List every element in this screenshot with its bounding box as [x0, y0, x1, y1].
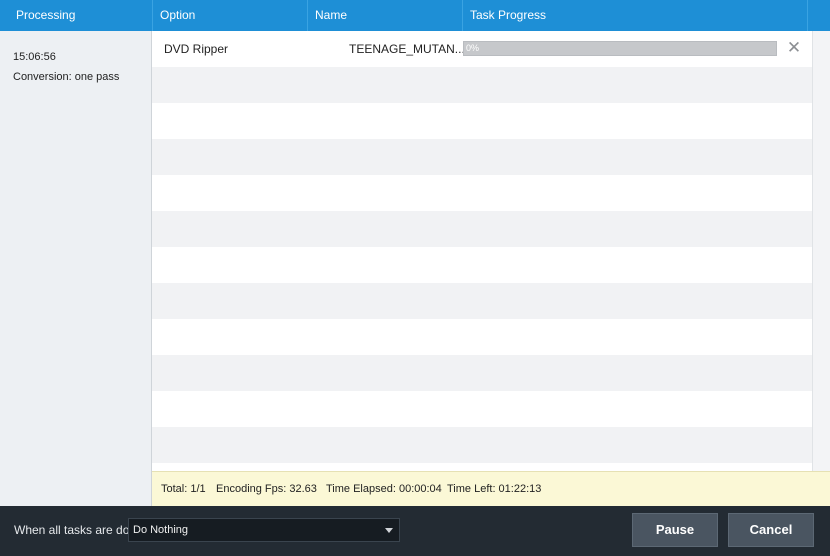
- task-progress-bar: 0%: [463, 41, 777, 56]
- header-separator: [807, 0, 808, 31]
- scrollbar-track[interactable]: [812, 31, 830, 471]
- start-time: 15:06:56: [13, 51, 56, 63]
- task-row[interactable]: DVD Ripper TEENAGE_MUTAN... 0% ✕: [152, 31, 830, 67]
- column-header: Processing Option Name Task Progress: [0, 0, 830, 31]
- status-bar: Total: 1/1 Encoding Fps: 32.63 Time Elap…: [152, 471, 830, 506]
- task-list: DVD Ripper TEENAGE_MUTAN... 0% ✕: [152, 31, 830, 471]
- conversion-mode: Conversion: one pass: [13, 71, 120, 83]
- empty-row: [152, 247, 830, 283]
- empty-row: [152, 67, 830, 103]
- header-option[interactable]: Option: [152, 0, 307, 31]
- empty-row: [152, 319, 830, 355]
- when-done-value: Do Nothing: [133, 524, 189, 536]
- empty-row: [152, 103, 830, 139]
- empty-row: [152, 391, 830, 427]
- pause-button[interactable]: Pause: [632, 513, 718, 547]
- empty-row: [152, 175, 830, 211]
- when-done-select[interactable]: Do Nothing: [128, 518, 400, 542]
- status-time-elapsed: Time Elapsed: 00:00:04: [326, 483, 442, 495]
- task-name: TEENAGE_MUTAN...: [349, 42, 465, 56]
- empty-row: [152, 139, 830, 175]
- status-total: Total: 1/1: [161, 483, 206, 495]
- task-progress-label: 0%: [466, 43, 480, 53]
- empty-row: [152, 463, 830, 471]
- chevron-down-icon: [385, 528, 393, 533]
- header-processing: Processing: [16, 8, 76, 22]
- when-done-label: When all tasks are done:: [14, 523, 147, 537]
- close-icon[interactable]: ✕: [786, 39, 802, 57]
- task-option: DVD Ripper: [164, 42, 229, 56]
- processing-panel: 15:06:56 Conversion: one pass: [0, 31, 152, 506]
- footer-bar: When all tasks are done: Do Nothing Paus…: [0, 506, 830, 556]
- header-task-progress[interactable]: Task Progress: [462, 0, 807, 31]
- empty-row: [152, 427, 830, 463]
- cancel-button[interactable]: Cancel: [728, 513, 814, 547]
- empty-row: [152, 211, 830, 247]
- header-name[interactable]: Name: [307, 0, 462, 31]
- status-encoding-fps: Encoding Fps: 32.63: [216, 483, 317, 495]
- status-time-left: Time Left: 01:22:13: [447, 483, 542, 495]
- empty-row: [152, 355, 830, 391]
- empty-row: [152, 283, 830, 319]
